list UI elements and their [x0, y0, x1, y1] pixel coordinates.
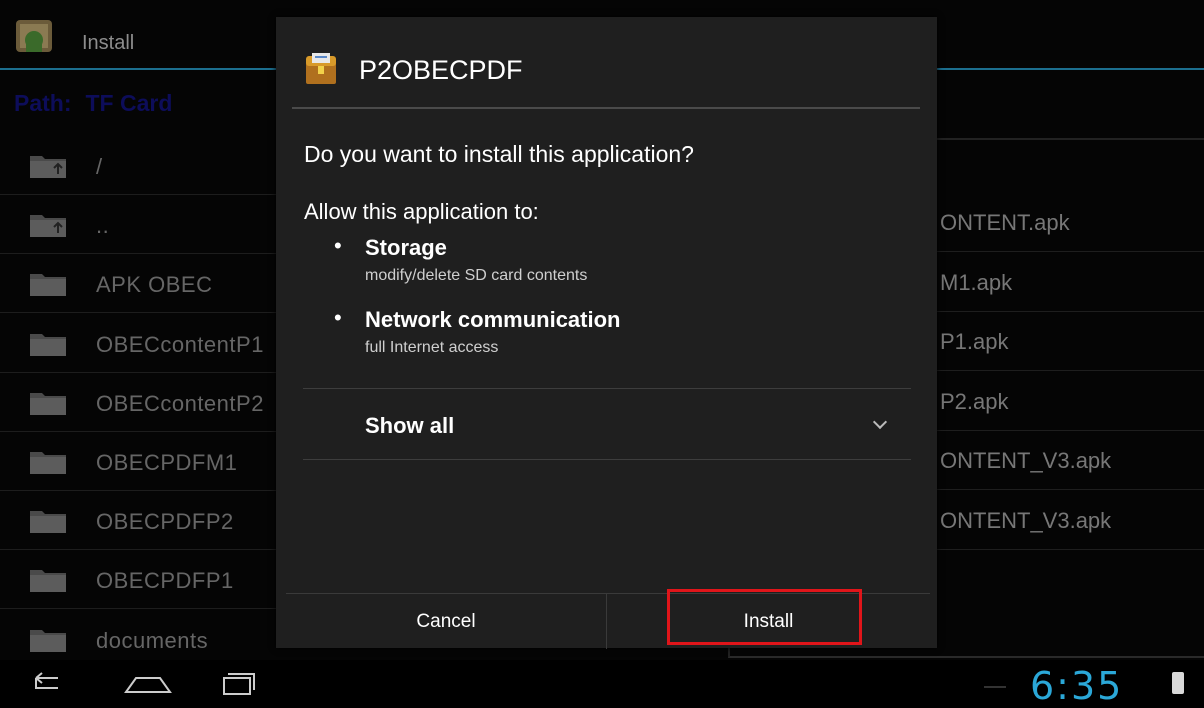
folder-up-icon [30, 215, 66, 238]
show-all-label: Show all [365, 413, 455, 438]
path-value[interactable]: TF Card [86, 90, 173, 116]
clock: 6:35 [1030, 664, 1124, 708]
permission-title: Storage [365, 235, 447, 260]
file-name: / [96, 154, 103, 179]
chevron-down-icon [872, 414, 888, 430]
file-name: OBECPDFP1 [96, 568, 234, 594]
divider [303, 459, 911, 460]
android-box-icon [16, 20, 52, 52]
signal-icon [984, 686, 1006, 688]
title-divider [292, 107, 920, 109]
folder-icon [30, 392, 66, 415]
file-row[interactable]: .. [0, 195, 290, 255]
file-row[interactable]: OBECPDFP1 [0, 550, 290, 610]
install-button[interactable]: Install [607, 594, 930, 649]
allow-heading: Allow this application to: [304, 199, 539, 224]
file-name: documents [96, 627, 209, 653]
permission-title: Network communication [365, 307, 621, 332]
app-title: Install [82, 32, 135, 54]
apk-name: ONTENT_V3.apk [940, 448, 1112, 473]
recent-apps-icon[interactable] [218, 668, 258, 698]
permission-desc: full Internet access [365, 339, 499, 356]
permission-desc: modify/delete SD card contents [365, 267, 588, 284]
file-name: OBECcontentP2 [96, 390, 264, 416]
battery-icon [1172, 672, 1184, 694]
show-all-row[interactable]: Show all [303, 389, 911, 459]
folder-icon [30, 511, 66, 534]
file-row[interactable]: OBECcontentP1 [0, 314, 290, 373]
folder-up-icon [30, 156, 66, 178]
file-row[interactable]: / [0, 136, 290, 195]
file-name: OBECPDFP2 [96, 509, 234, 535]
file-name: APK OBEC [96, 272, 213, 298]
dialog-button-bar: Cancel Install [286, 593, 930, 649]
file-name: OBECPDFM1 [96, 450, 238, 475]
folder-icon [30, 629, 66, 652]
apk-name: M1.apk [940, 269, 1013, 295]
system-bar [0, 660, 1204, 706]
apk-name: ONTENT_V3.apk [940, 507, 1112, 533]
apk-name: ONTENT.apk [940, 210, 1070, 235]
file-row[interactable]: OBECPDFP2 [0, 491, 290, 551]
cancel-button[interactable]: Cancel [286, 594, 606, 649]
install-dialog: P2OBECPDF Do you want to install this ap… [276, 17, 937, 649]
folder-icon [30, 570, 66, 593]
back-icon[interactable] [26, 668, 66, 698]
file-name: .. [96, 213, 110, 239]
install-question: Do you want to install this application? [304, 141, 694, 167]
dialog-title: P2OBECPDF [359, 55, 523, 85]
file-row[interactable]: APK OBEC [0, 254, 290, 314]
bullet: • [334, 305, 342, 330]
home-icon[interactable] [122, 668, 174, 698]
folder-icon [30, 452, 66, 474]
path-label: Path: [14, 90, 72, 116]
folder-icon [30, 333, 66, 356]
file-row[interactable]: OBECcontentP2 [0, 373, 290, 432]
file-row[interactable]: OBECPDFM1 [0, 432, 290, 491]
file-name: OBECcontentP1 [96, 331, 264, 357]
apk-name: P1.apk [940, 329, 1009, 354]
treasure-chest-app-icon [306, 53, 336, 84]
folder-icon [30, 274, 66, 297]
path-bar: Path: TF Card [14, 90, 186, 117]
apk-name: P2.apk [940, 388, 1009, 414]
bullet: • [334, 233, 342, 258]
